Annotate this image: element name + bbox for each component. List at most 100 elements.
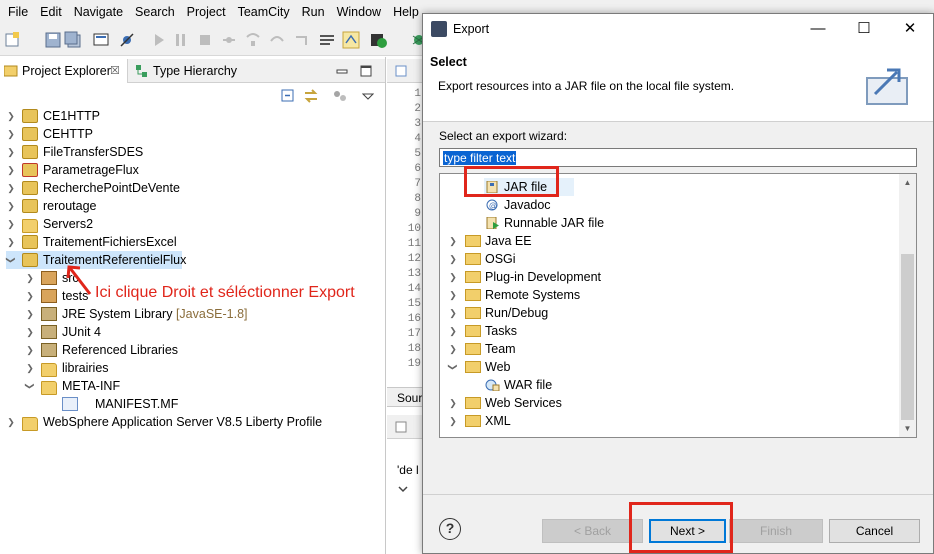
tree-item-label: MANIFEST.MF <box>95 397 179 411</box>
run-icon[interactable] <box>370 31 388 49</box>
expand-arrow-icon[interactable]: ❯ <box>447 340 459 358</box>
tree-item-label: reroutage <box>43 199 97 213</box>
tree-item-label: Referenced Libraries <box>62 343 179 357</box>
menu-window[interactable]: Window <box>331 0 387 24</box>
server-project-icon <box>22 417 38 431</box>
expand-arrow-icon[interactable]: ❯ <box>25 269 35 287</box>
cancel-button[interactable]: Cancel <box>829 519 920 543</box>
collapse-arrow-icon[interactable]: ❯ <box>2 255 20 265</box>
project-icon <box>22 235 38 249</box>
collapse-all-icon[interactable] <box>280 87 296 105</box>
maximize-button[interactable]: ☐ <box>841 14 887 44</box>
resume-icon[interactable] <box>150 31 168 49</box>
menu-edit[interactable]: Edit <box>34 0 68 24</box>
line-number: 7 <box>414 178 421 190</box>
wizard-item-jar-file[interactable]: JAR file <box>484 178 574 196</box>
tab-project-explorer[interactable]: Project Explorer ☒ <box>0 59 128 83</box>
minimize-view-icon[interactable] <box>336 66 348 76</box>
filter-input[interactable]: type filter text <box>439 148 917 167</box>
expand-arrow-icon[interactable]: ❯ <box>25 341 35 359</box>
step-return-icon[interactable] <box>292 31 310 49</box>
menu-navigate[interactable]: Navigate <box>68 0 129 24</box>
link-with-editor-icon[interactable] <box>302 87 320 105</box>
suspend-icon[interactable] <box>172 31 190 49</box>
scroll-up-icon[interactable]: ▲ <box>899 174 916 191</box>
maximize-view-icon[interactable] <box>360 65 372 77</box>
menu-project[interactable]: Project <box>181 0 232 24</box>
menu-run[interactable]: Run <box>296 0 331 24</box>
line-number: 14 <box>407 283 421 295</box>
expand-arrow-icon[interactable]: ❯ <box>447 268 459 286</box>
eclipse-window-icon <box>431 21 447 37</box>
collapse-arrow-icon[interactable]: ❯ <box>21 381 39 391</box>
scroll-down-icon[interactable]: ▼ <box>899 420 916 437</box>
menu-file[interactable]: File <box>2 0 34 24</box>
wizard-item-label: OSGi <box>485 252 516 266</box>
menu-teamcity[interactable]: TeamCity <box>232 0 296 24</box>
tab-type-hierarchy[interactable]: Type Hierarchy <box>131 59 251 83</box>
view-menu-icon[interactable] <box>362 87 374 105</box>
wizard-tree[interactable]: JAR file @ Javadoc Runnable JAR file ❯ J… <box>439 173 917 438</box>
expand-arrow-icon[interactable]: ❯ <box>6 161 16 179</box>
disconnect-icon[interactable] <box>220 31 238 49</box>
skip-breakpoints-icon[interactable] <box>118 31 136 49</box>
mark-occurrences-icon[interactable] <box>342 31 360 49</box>
folder-icon <box>41 381 57 395</box>
close-button[interactable]: ✕ <box>887 14 933 44</box>
save-icon[interactable] <box>44 31 62 49</box>
menu-help[interactable]: Help <box>387 0 425 24</box>
chevron-down-icon[interactable] <box>397 483 409 495</box>
expand-arrow-icon[interactable]: ❯ <box>6 413 16 431</box>
toggle-comment-icon[interactable] <box>318 31 336 49</box>
expand-arrow-icon[interactable]: ❯ <box>6 197 16 215</box>
scroll-thumb[interactable] <box>901 254 914 420</box>
expand-arrow-icon[interactable]: ❯ <box>447 232 459 250</box>
wizard-item-label: Web <box>485 360 511 374</box>
page-description: Export resources into a JAR file on the … <box>438 79 735 93</box>
new-icon[interactable] <box>4 31 22 49</box>
filters-icon[interactable] <box>332 87 348 105</box>
close-icon[interactable]: ☒ <box>110 59 120 83</box>
expand-arrow-icon[interactable]: ❯ <box>25 287 35 305</box>
step-into-icon[interactable] <box>244 31 262 49</box>
expand-arrow-icon[interactable]: ❯ <box>6 125 16 143</box>
expand-arrow-icon[interactable]: ❯ <box>447 412 459 430</box>
expand-arrow-icon[interactable]: ❯ <box>447 322 459 340</box>
manifest-editor-icon[interactable] <box>395 65 407 77</box>
expand-arrow-icon[interactable]: ❯ <box>25 323 35 341</box>
expand-arrow-icon[interactable]: ❯ <box>6 143 16 161</box>
menu-search[interactable]: Search <box>129 0 181 24</box>
next-button[interactable]: Next > <box>649 519 726 543</box>
type-hierarchy-icon <box>136 65 147 77</box>
expand-arrow-icon[interactable]: ❯ <box>25 305 35 323</box>
filter-input-text: type filter text <box>443 151 517 165</box>
jar-icon <box>486 181 498 193</box>
lower-view-tabbar <box>387 415 427 439</box>
tree-scrollbar[interactable]: ▲ ▼ <box>899 174 916 437</box>
finish-button[interactable]: Finish <box>729 519 823 543</box>
help-icon[interactable]: ? <box>439 518 461 540</box>
expand-arrow-icon[interactable]: ❯ <box>25 359 35 377</box>
wizard-item-label: Remote Systems <box>485 288 581 302</box>
expand-arrow-icon[interactable]: ❯ <box>6 107 16 125</box>
tree-item-label: TraitementFichiersExcel <box>43 235 177 249</box>
save-all-icon[interactable] <box>64 31 82 49</box>
expand-arrow-icon[interactable]: ❯ <box>6 233 16 251</box>
expand-arrow-icon[interactable]: ❯ <box>6 179 16 197</box>
expand-arrow-icon[interactable]: ❯ <box>447 286 459 304</box>
terminate-icon[interactable] <box>196 31 214 49</box>
expand-arrow-icon[interactable]: ❯ <box>6 215 16 233</box>
line-number: 9 <box>414 208 421 220</box>
tab-source[interactable]: Sour <box>387 387 427 407</box>
tree-item-traitementreferentielflux[interactable]: ❯ TraitementReferentielFlux <box>6 251 186 269</box>
expand-arrow-icon[interactable]: ❯ <box>447 304 459 322</box>
folder-icon <box>465 343 481 355</box>
minimize-button[interactable]: — <box>795 14 841 44</box>
markers-view-icon[interactable] <box>395 421 407 433</box>
back-button[interactable]: < Back <box>542 519 643 543</box>
console-icon[interactable] <box>92 31 110 49</box>
step-over-icon[interactable] <box>268 31 286 49</box>
collapse-arrow-icon[interactable]: ❯ <box>444 361 462 373</box>
expand-arrow-icon[interactable]: ❯ <box>447 394 459 412</box>
expand-arrow-icon[interactable]: ❯ <box>447 250 459 268</box>
